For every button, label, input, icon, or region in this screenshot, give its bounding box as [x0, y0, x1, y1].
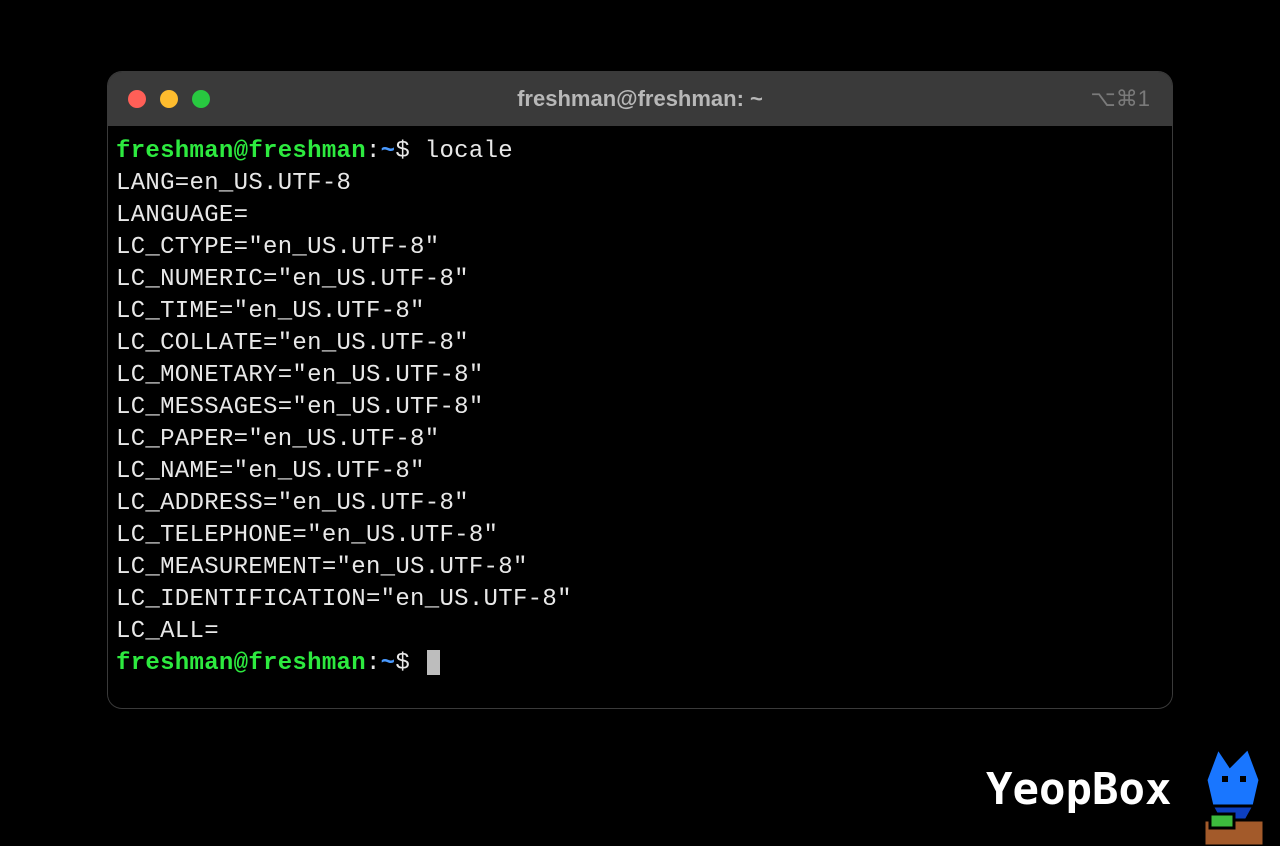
output-line: LC_TIME="en_US.UTF-8" — [116, 296, 1164, 328]
prompt-separator: : — [366, 138, 381, 165]
command-text: locale — [425, 138, 513, 165]
title-bar: freshman@freshman: ~ ⌥⌘1 — [108, 72, 1172, 126]
output-line: LC_MONETARY="en_US.UTF-8" — [116, 360, 1164, 392]
output-line: LC_IDENTIFICATION="en_US.UTF-8" — [116, 584, 1164, 616]
shortcut-hint: ⌥⌘1 — [1090, 86, 1150, 112]
output-container: LANG=en_US.UTF-8LANGUAGE=LC_CTYPE="en_US… — [116, 168, 1164, 648]
prompt-user: freshman@freshman — [116, 650, 366, 677]
output-line: LC_NUMERIC="en_US.UTF-8" — [116, 264, 1164, 296]
output-line: LC_NAME="en_US.UTF-8" — [116, 456, 1164, 488]
output-line: LC_CTYPE="en_US.UTF-8" — [116, 232, 1164, 264]
maximize-icon[interactable] — [192, 90, 210, 108]
prompt-separator: : — [366, 650, 381, 677]
minimize-icon[interactable] — [160, 90, 178, 108]
traffic-lights — [128, 90, 210, 108]
prompt-path: ~ — [381, 650, 396, 677]
output-line: LANG=en_US.UTF-8 — [116, 168, 1164, 200]
close-icon[interactable] — [128, 90, 146, 108]
output-line: LC_TELEPHONE="en_US.UTF-8" — [116, 520, 1164, 552]
output-line: LC_PAPER="en_US.UTF-8" — [116, 424, 1164, 456]
output-line: LC_COLLATE="en_US.UTF-8" — [116, 328, 1164, 360]
terminal-body[interactable]: freshman@freshman:~$ locale LANG=en_US.U… — [108, 126, 1172, 708]
output-line: LC_ADDRESS="en_US.UTF-8" — [116, 488, 1164, 520]
output-line: LC_MESSAGES="en_US.UTF-8" — [116, 392, 1164, 424]
prompt-user: freshman@freshman — [116, 138, 366, 165]
output-line: LC_ALL= — [116, 616, 1164, 648]
prompt-dollar: $ — [395, 138, 410, 165]
window-title: freshman@freshman: ~ — [517, 86, 763, 112]
cursor-icon — [427, 650, 440, 675]
output-line: LC_MEASUREMENT="en_US.UTF-8" — [116, 552, 1164, 584]
prompt-path: ~ — [381, 138, 396, 165]
terminal-window: freshman@freshman: ~ ⌥⌘1 freshman@freshm… — [108, 72, 1172, 708]
prompt-dollar: $ — [395, 650, 410, 677]
prompt-line-2: freshman@freshman:~$ — [116, 648, 1164, 680]
output-line: LANGUAGE= — [116, 200, 1164, 232]
watermark-logo: YeopBox YeopBox — [980, 736, 1280, 846]
prompt-line-1: freshman@freshman:~$ locale — [116, 136, 1164, 168]
watermark-text-fill: YeopBox — [986, 764, 1171, 815]
